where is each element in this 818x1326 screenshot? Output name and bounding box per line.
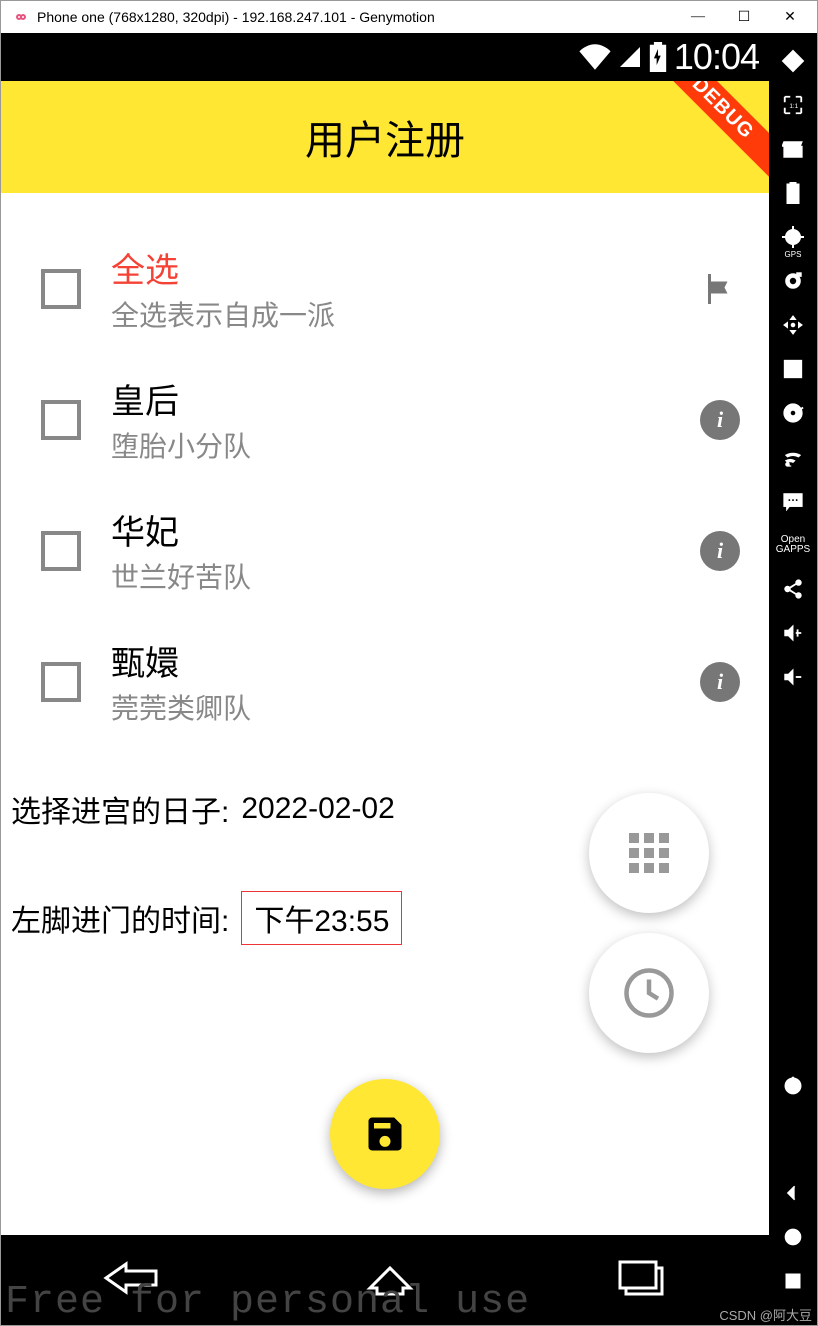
- save-fab[interactable]: [330, 1079, 440, 1189]
- list-item[interactable]: 全选 全选表示自成一派: [1, 223, 769, 354]
- identifier-icon[interactable]: ID: [772, 349, 814, 389]
- android-status-bar[interactable]: 10:04: [1, 33, 769, 81]
- genymotion-logo-icon: [11, 7, 31, 27]
- grid-icon: [629, 833, 669, 873]
- clock-icon: [622, 966, 676, 1020]
- page-title: 用户注册: [305, 108, 465, 166]
- window-title: Phone one (768x1280, 320dpi) - 192.168.2…: [37, 9, 675, 25]
- sms-icon[interactable]: [772, 481, 814, 521]
- app-bar: 用户注册 DEBUG: [1, 81, 769, 193]
- time-label: 左脚进门的时间:: [11, 896, 229, 940]
- genymotion-toolbar: 1:1 GPS ID OpenGAPPS: [769, 33, 817, 1325]
- move-icon[interactable]: [772, 305, 814, 345]
- list-item[interactable]: 华妃 世兰好苦队 i: [1, 485, 769, 616]
- svg-text:1:1: 1:1: [789, 103, 798, 110]
- client-area: 10:04 用户注册 DEBUG 全选 全选表示自成一派: [1, 33, 817, 1325]
- share-icon[interactable]: [772, 569, 814, 609]
- status-clock: 10:04: [674, 36, 759, 78]
- power-icon[interactable]: [772, 1065, 814, 1105]
- info-icon[interactable]: i: [699, 399, 741, 441]
- volume-up-icon[interactable]: [772, 613, 814, 653]
- flag-icon[interactable]: [699, 268, 741, 310]
- nav-home-button[interactable]: [355, 1258, 425, 1303]
- csdn-watermark: CSDN @阿大豆: [719, 1305, 812, 1324]
- rotate-icon[interactable]: [772, 41, 814, 81]
- checkbox[interactable]: [41, 269, 81, 309]
- time-picker-fab[interactable]: [589, 933, 709, 1053]
- item-subtitle: 莞莞类卿队: [111, 687, 669, 727]
- nav-recent-button[interactable]: [614, 1258, 674, 1303]
- date-picker-fab[interactable]: [589, 793, 709, 913]
- android-nav-bar: [1, 1235, 769, 1325]
- battery-icon[interactable]: [772, 173, 814, 213]
- item-subtitle: 世兰好苦队: [111, 556, 669, 596]
- item-subtitle: 堕胎小分队: [111, 425, 669, 465]
- main-content: 全选 全选表示自成一派 皇后 堕胎小分队 i: [1, 193, 769, 1235]
- disk-icon[interactable]: [772, 393, 814, 433]
- list-item[interactable]: 皇后 堕胎小分队 i: [1, 354, 769, 485]
- opengapps-icon[interactable]: OpenGAPPS: [772, 525, 814, 565]
- volume-down-icon[interactable]: [772, 657, 814, 697]
- date-value[interactable]: 2022-02-02: [241, 792, 394, 826]
- item-title: 全选: [111, 243, 669, 292]
- debug-ribbon: DEBUG: [649, 81, 769, 182]
- side-recent-icon[interactable]: [772, 1261, 814, 1301]
- pixel-ratio-icon[interactable]: 1:1: [772, 85, 814, 125]
- save-icon: [363, 1112, 407, 1156]
- item-subtitle: 全选表示自成一派: [111, 294, 669, 334]
- window-titlebar[interactable]: Phone one (768x1280, 320dpi) - 192.168.2…: [1, 1, 817, 33]
- time-value[interactable]: 下午23:55: [241, 891, 402, 945]
- network-icon[interactable]: [772, 437, 814, 477]
- gps-icon[interactable]: GPS: [772, 217, 814, 257]
- clapperboard-icon[interactable]: [772, 129, 814, 169]
- list-item[interactable]: 甄嬛 莞莞类卿队 i: [1, 616, 769, 747]
- info-icon[interactable]: i: [699, 530, 741, 572]
- signal-icon: [618, 44, 642, 70]
- battery-charging-icon: [648, 42, 668, 72]
- checkbox[interactable]: [41, 662, 81, 702]
- camera-icon[interactable]: [772, 261, 814, 301]
- item-title: 皇后: [111, 374, 669, 423]
- side-home-icon[interactable]: [772, 1217, 814, 1257]
- checkbox[interactable]: [41, 531, 81, 571]
- emulator-window: Phone one (768x1280, 320dpi) - 192.168.2…: [0, 0, 818, 1326]
- window-minimize-button[interactable]: —: [675, 2, 721, 32]
- wifi-icon: [578, 44, 612, 70]
- window-maximize-button[interactable]: ☐: [721, 2, 767, 32]
- info-icon[interactable]: i: [699, 661, 741, 703]
- date-label: 选择进宫的日子:: [11, 787, 229, 831]
- item-title: 甄嬛: [111, 636, 669, 685]
- window-close-button[interactable]: ✕: [767, 2, 813, 32]
- checkbox[interactable]: [41, 400, 81, 440]
- nav-back-button[interactable]: [96, 1258, 166, 1303]
- item-title: 华妃: [111, 505, 669, 554]
- side-back-icon[interactable]: [772, 1173, 814, 1213]
- phone-screen: 10:04 用户注册 DEBUG 全选 全选表示自成一派: [1, 33, 769, 1325]
